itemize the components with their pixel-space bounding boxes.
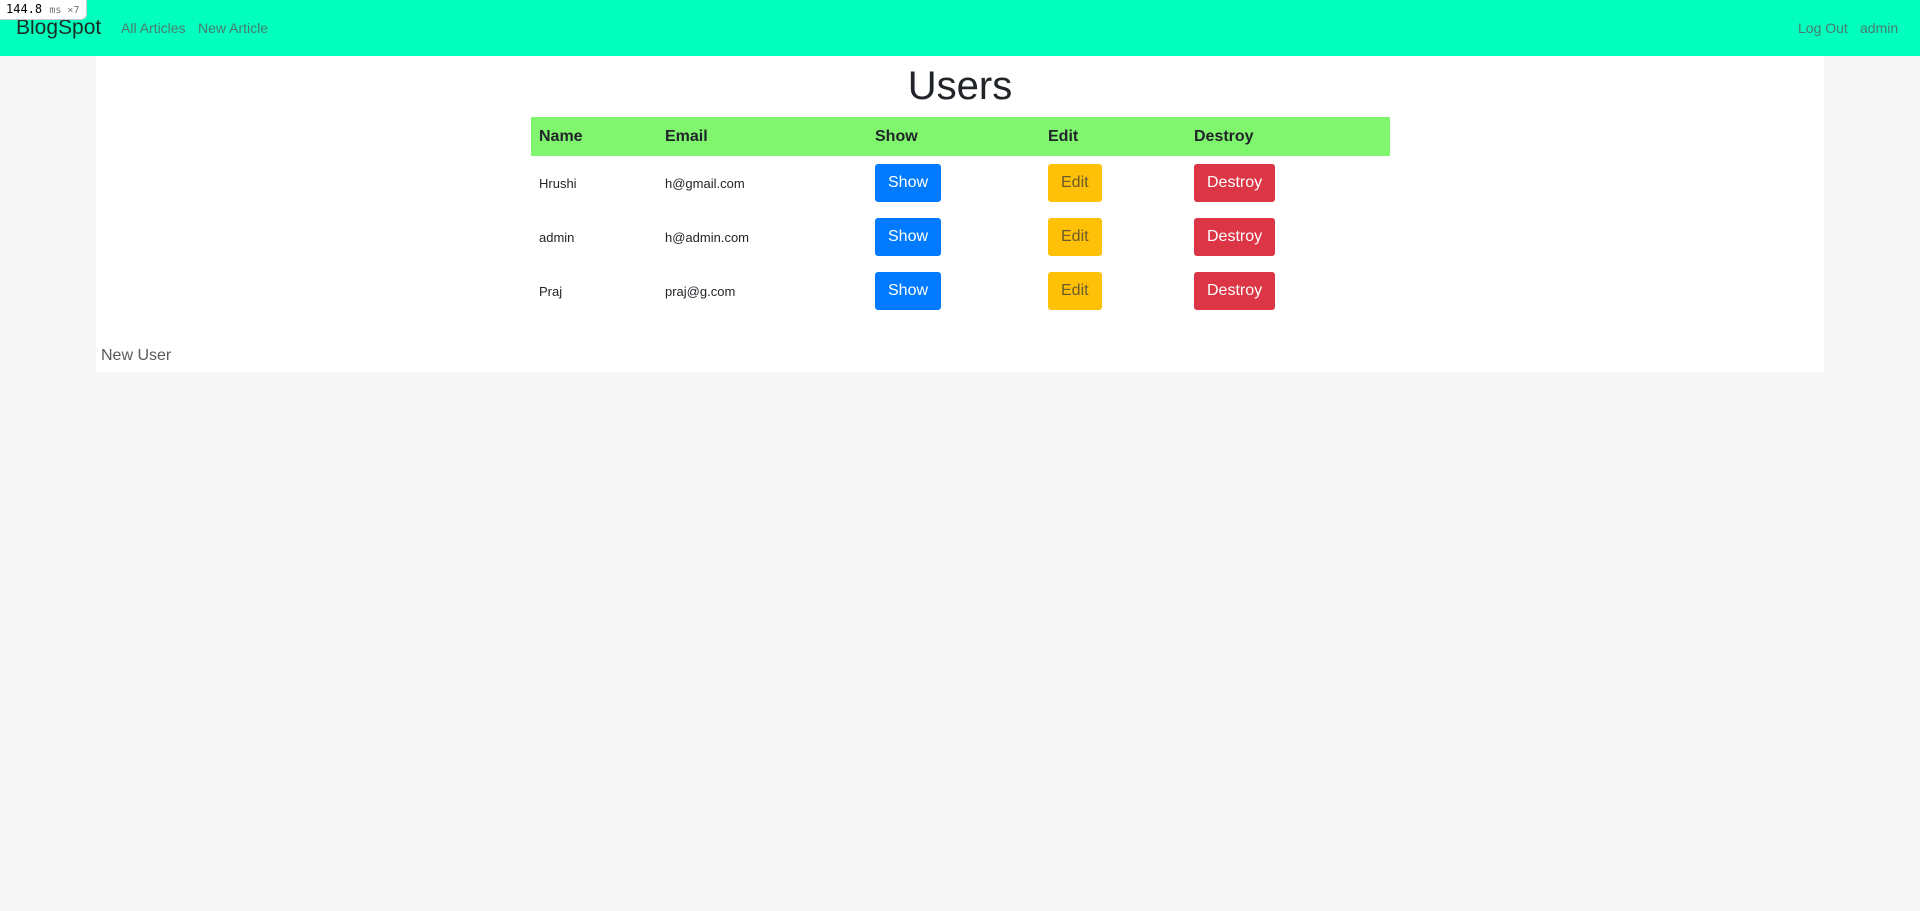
header-destroy: Destroy bbox=[1186, 117, 1390, 156]
new-user-link[interactable]: New User bbox=[101, 346, 171, 366]
edit-button[interactable]: Edit bbox=[1048, 272, 1102, 310]
edit-button[interactable]: Edit bbox=[1048, 218, 1102, 256]
logout-link[interactable]: Log Out bbox=[1798, 19, 1848, 37]
destroy-button[interactable]: Destroy bbox=[1194, 164, 1276, 202]
perf-overlay: 144.8 ms ×7 bbox=[0, 0, 87, 20]
nav-link-new-article[interactable]: New Article bbox=[198, 19, 268, 37]
table-row: Praj praj@g.com Show Edit Destroy bbox=[531, 264, 1390, 318]
header-name: Name bbox=[531, 117, 657, 156]
navbar: BlogSpot All Articles New Article Log Ou… bbox=[0, 0, 1920, 56]
current-user-link[interactable]: admin bbox=[1860, 19, 1898, 37]
header-email: Email bbox=[657, 117, 867, 156]
show-button[interactable]: Show bbox=[875, 218, 942, 256]
table-row: admin h@admin.com Show Edit Destroy bbox=[531, 210, 1390, 264]
page-title: Users bbox=[907, 64, 1013, 108]
perf-unit: ms ×7 bbox=[49, 5, 80, 16]
user-email: h@gmail.com bbox=[665, 175, 745, 191]
user-email: praj@g.com bbox=[665, 283, 736, 299]
perf-value: 144.8 bbox=[6, 2, 43, 16]
user-name: Hrushi bbox=[539, 175, 577, 191]
users-table: Name Email Show Edit Destroy Hrushi h@gm… bbox=[531, 117, 1390, 318]
user-name: Praj bbox=[539, 283, 563, 299]
nav-link-all-articles[interactable]: All Articles bbox=[121, 19, 186, 37]
main-container: Users Name Email Show Edit Destroy Hrush… bbox=[96, 56, 1824, 372]
table-row: Hrushi h@gmail.com Show Edit Destroy bbox=[531, 156, 1390, 210]
header-show: Show bbox=[867, 117, 1040, 156]
show-button[interactable]: Show bbox=[875, 272, 942, 310]
user-name: admin bbox=[539, 229, 575, 245]
show-button[interactable]: Show bbox=[875, 164, 942, 202]
edit-button[interactable]: Edit bbox=[1048, 164, 1102, 202]
destroy-button[interactable]: Destroy bbox=[1194, 218, 1276, 256]
header-edit: Edit bbox=[1040, 117, 1186, 156]
destroy-button[interactable]: Destroy bbox=[1194, 272, 1276, 310]
user-email: h@admin.com bbox=[665, 229, 750, 245]
table-header-row: Name Email Show Edit Destroy bbox=[531, 117, 1390, 156]
